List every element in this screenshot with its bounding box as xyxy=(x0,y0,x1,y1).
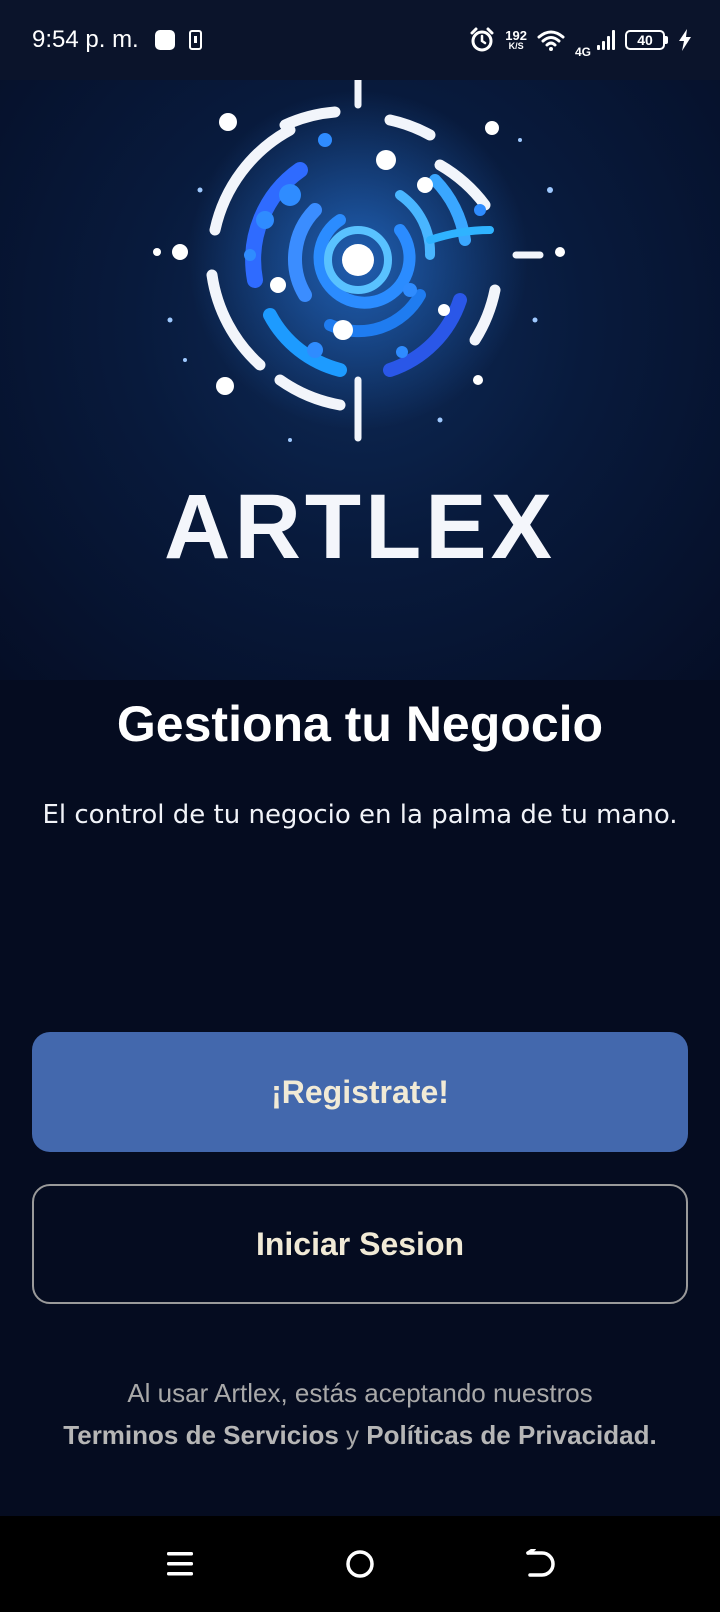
system-nav-bar xyxy=(0,1516,720,1612)
battery-icon: 40 xyxy=(625,30,668,50)
legal-notice: Al usar Artlex, estás aceptando nuestros… xyxy=(0,1372,720,1456)
artlex-logo-icon xyxy=(153,80,565,442)
signal-icon xyxy=(595,30,615,50)
alarm-icon xyxy=(470,27,494,52)
menu-icon xyxy=(167,1552,193,1576)
privacy-link[interactable]: Políticas de Privacidad xyxy=(366,1420,649,1450)
login-button-label: Iniciar Sesion xyxy=(255,1225,465,1262)
terms-link[interactable]: Terminos de Servicios xyxy=(63,1420,339,1450)
legal-line-1: Al usar Artlex, estás aceptando nuestros xyxy=(127,1378,593,1408)
brand-wordmark: ARTLEX xyxy=(164,476,556,578)
page-title: Gestiona tu Negocio xyxy=(116,696,604,752)
nav-home-button[interactable] xyxy=(330,1536,390,1592)
wifi-icon xyxy=(537,30,565,51)
status-time: 9:54 p. m. xyxy=(32,26,139,53)
back-icon xyxy=(526,1549,555,1577)
battery-level: 40 xyxy=(625,30,665,50)
status-right: 192 K/S 4G 40 xyxy=(459,21,692,59)
network-speed-unit: K/S xyxy=(508,41,524,51)
charging-bolt-icon xyxy=(679,29,691,51)
home-circle-icon xyxy=(346,1550,374,1578)
legal-line-2: Terminos de Servicios y Políticas de Pri… xyxy=(0,1414,720,1456)
nav-menu-button[interactable] xyxy=(150,1536,210,1592)
hero-banner: ARTLEX xyxy=(0,80,720,680)
legal-period: . xyxy=(649,1420,657,1450)
status-left: 9:54 p. m. xyxy=(32,26,202,54)
register-button-label: ¡Registrate! xyxy=(271,1073,449,1110)
login-button[interactable]: Iniciar Sesion xyxy=(32,1184,688,1304)
network-type: 4G xyxy=(574,45,591,59)
page-subtitle: El control de tu negocio en la palma de … xyxy=(42,800,678,830)
status-bar: 9:54 p. m. 192 K/S 4G 40 xyxy=(0,0,720,80)
notification-app-icon xyxy=(154,30,175,50)
network-speed: 192 K/S xyxy=(505,29,527,51)
legal-conjunction: y xyxy=(338,1420,367,1450)
register-button[interactable]: ¡Registrate! xyxy=(32,1032,688,1152)
nav-back-button[interactable] xyxy=(510,1536,570,1592)
download-notification-icon xyxy=(188,30,202,50)
